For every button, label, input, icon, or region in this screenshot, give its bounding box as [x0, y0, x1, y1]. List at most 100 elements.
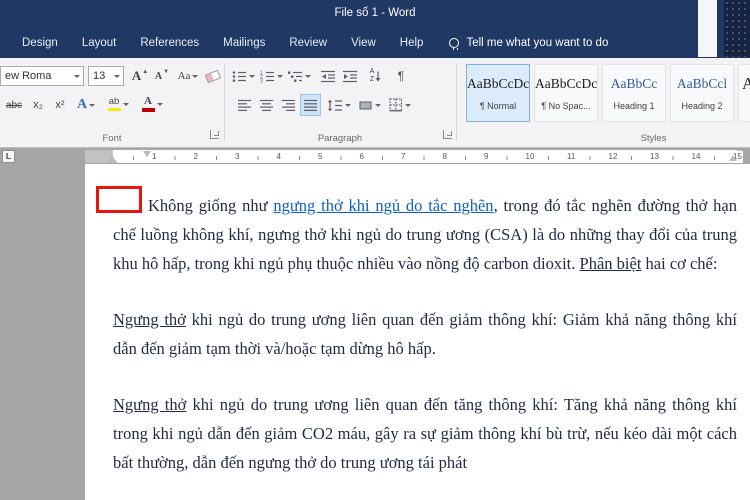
strikethrough-glyph: abc: [5, 99, 23, 111]
chevron-down-icon: [404, 103, 411, 107]
subscript-button[interactable]: x₂: [28, 94, 48, 116]
decrease-indent-icon: [320, 70, 335, 82]
first-line-indent-marker[interactable]: [143, 150, 151, 157]
shrink-font-button[interactable]: A ▼: [152, 65, 172, 87]
ruler-number: 10: [524, 150, 536, 163]
window-decoration-pattern: [724, 0, 750, 57]
sort-button[interactable]: A Z: [364, 65, 388, 87]
up-arrow-icon: ▲: [142, 69, 149, 75]
down-arrow-icon: ▼: [163, 69, 170, 75]
tab-selector[interactable]: L: [2, 149, 15, 163]
paragraph-group-label: Paragraph: [317, 133, 363, 144]
sort-arrow-icon: [375, 71, 381, 81]
style-preview: AaBbCcDc: [467, 76, 529, 91]
text-run: Không giống như: [148, 196, 274, 215]
style-name: ¶ Normal: [479, 101, 517, 111]
paragraph[interactable]: Ngưng thở khi ngủ do trung ương liên qua…: [113, 305, 737, 363]
ruler-number: 6: [358, 150, 366, 163]
chevron-down-icon: [277, 74, 283, 78]
paragraph[interactable]: Không giống như ngưng thở khi ngủ do tắc…: [113, 191, 737, 278]
multilevel-list-button[interactable]: [288, 65, 314, 87]
multilevel-list-icon: [288, 71, 302, 82]
superscript-button[interactable]: x²: [50, 94, 70, 116]
grow-font-button[interactable]: A ▲: [130, 65, 150, 87]
style-card-heading-1[interactable]: AaBbCc Heading 1: [602, 64, 666, 122]
shading-icon: [359, 101, 371, 109]
font-size-combo[interactable]: 13: [88, 66, 124, 86]
shading-button[interactable]: [358, 94, 384, 116]
ruler-number: 11: [565, 150, 577, 163]
font-color-icon: A: [141, 96, 155, 112]
tell-me-label: Tell me what you want to do: [466, 37, 609, 49]
show-formatting-marks-button[interactable]: ¶: [392, 65, 410, 87]
style-card-normal[interactable]: AaBbCcDc ¶ Normal: [466, 64, 530, 122]
numbering-icon: 1 2 3: [260, 70, 274, 83]
decrease-indent-button[interactable]: [318, 65, 338, 87]
increase-indent-button[interactable]: [340, 65, 360, 87]
text-run: hai cơ chế:: [641, 254, 718, 273]
align-center-button[interactable]: [256, 94, 277, 116]
text-run: Ngưng thở: [113, 395, 187, 414]
tab-layout[interactable]: Layout: [70, 29, 129, 57]
chevron-down-icon[interactable]: [114, 74, 120, 78]
ruler-number: 1: [150, 150, 158, 163]
borders-button[interactable]: [388, 94, 414, 116]
justify-button[interactable]: [300, 94, 321, 116]
change-case-button[interactable]: Aa: [176, 65, 203, 87]
tell-me-box[interactable]: Tell me what you want to do: [449, 37, 609, 51]
title-bar: File số 1 - Word: [0, 0, 750, 28]
chevron-down-icon: [374, 103, 381, 107]
left-indent-marker[interactable]: [108, 161, 117, 164]
strikethrough-button[interactable]: abc: [2, 94, 26, 116]
ruler-number: 14: [690, 150, 702, 163]
tab-review[interactable]: Review: [277, 29, 339, 57]
ribbon-tab-row: Design Layout References Mailings Review…: [0, 28, 750, 58]
tab-mailings[interactable]: Mailings: [211, 29, 277, 57]
pilcrow-icon: ¶: [397, 69, 405, 83]
highlight-icon: ab: [107, 97, 121, 112]
numbering-button[interactable]: 1 2 3: [260, 65, 286, 87]
text-run: Phân biệt: [579, 254, 642, 273]
lightbulb-icon: [449, 38, 460, 51]
style-preview: A: [742, 74, 750, 93]
align-right-button[interactable]: [278, 94, 299, 116]
style-card-partial[interactable]: A: [738, 64, 750, 122]
document-page[interactable]: Không giống như ngưng thở khi ngủ do tắc…: [85, 164, 750, 500]
font-name-combo[interactable]: ew Roma: [0, 66, 84, 86]
tab-view[interactable]: View: [339, 29, 388, 57]
ruler-number: 13: [648, 150, 661, 163]
align-left-button[interactable]: [234, 94, 255, 116]
styles-group-label: Styles: [640, 133, 667, 144]
text-effects-button[interactable]: A: [74, 94, 101, 116]
align-left-icon: [237, 99, 251, 111]
bullets-button[interactable]: [232, 65, 258, 87]
style-preview: AaBbCcDc: [535, 76, 597, 91]
window-title: File số 1 - Word: [334, 7, 416, 19]
text-run: khi ngủ do trung ương liên quan đến giảm…: [113, 310, 737, 358]
horizontal-ruler[interactable]: L 1 2 3 4 5 6 7 8 9 10 11 12 13 14 15: [0, 148, 750, 164]
ruler-number: 4: [275, 150, 283, 163]
shrink-font-glyph: A: [154, 70, 163, 82]
chevron-down-icon: [89, 103, 96, 107]
chevron-down-icon[interactable]: [74, 74, 80, 78]
tab-design[interactable]: Design: [10, 29, 70, 57]
ribbon: ew Roma 13 A ▲ A ▼ Aa abc x₂ x² A ab A F…: [0, 58, 750, 148]
highlight-color-swatch: [107, 107, 121, 112]
paragraph[interactable]: Ngưng thở khi ngủ do trung ương liên qua…: [113, 390, 737, 477]
clear-formatting-button[interactable]: [204, 65, 222, 87]
style-card-heading-2[interactable]: AaBbCcl Heading 2: [670, 64, 734, 122]
group-separator: [224, 63, 225, 141]
annotation-highlight-box: [96, 186, 142, 213]
chevron-down-icon: [305, 74, 311, 78]
ruler-number: 7: [399, 150, 407, 163]
line-spacing-button[interactable]: [326, 94, 354, 116]
highlight-color-button[interactable]: ab: [104, 93, 135, 115]
style-card-no-spacing[interactable]: AaBbCcDc ¶ No Spac...: [534, 64, 598, 122]
document-text[interactable]: Không giống như ngưng thở khi ngủ do tắc…: [113, 191, 737, 500]
font-color-button[interactable]: A: [138, 93, 169, 115]
right-indent-marker[interactable]: [729, 155, 737, 161]
tab-references[interactable]: References: [128, 29, 211, 57]
tab-help[interactable]: Help: [388, 29, 436, 57]
hyperlink-text[interactable]: ngưng thở khi ngủ do tắc nghẽn: [273, 196, 493, 215]
svg-text:3: 3: [260, 78, 263, 83]
